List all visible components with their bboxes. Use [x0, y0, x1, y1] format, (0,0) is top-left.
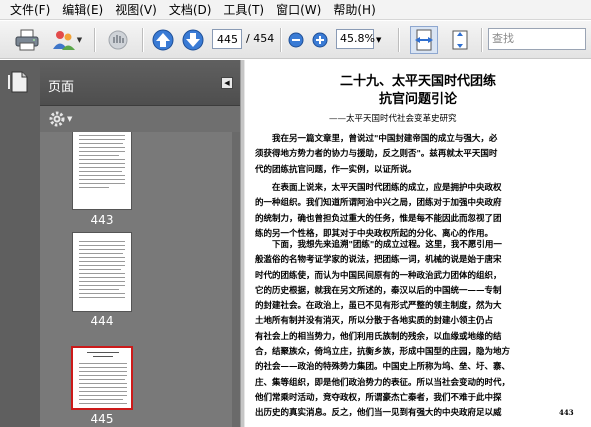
print-button[interactable]: [12, 26, 42, 54]
chapter-title-line2: 抗官问题引论: [378, 92, 457, 107]
page-number: 443: [559, 408, 574, 417]
zoom-out-button[interactable]: [286, 26, 306, 54]
paragraph: 我在另一篇文章里，曾说过"中国封建帝国的成立与强大，必 须获得地方势力者的协力与…: [255, 134, 498, 175]
panel-collapse-button[interactable]: ◀: [221, 77, 233, 89]
hand-icon: [108, 30, 128, 50]
paragraph: 下面，我想先来追溯"团练"的成立过程。这里，我不愿引用一 般滥俗的名物考证学家的…: [255, 240, 511, 419]
printer-icon: [15, 29, 39, 51]
menu-tools[interactable]: 工具(T): [217, 0, 270, 20]
page-thumbnail[interactable]: [72, 132, 132, 210]
zoom-level-field[interactable]: 45.8%: [336, 29, 375, 49]
chevron-down-icon: ▼: [67, 115, 73, 123]
fit-page-icon: [452, 30, 468, 50]
page-number-input[interactable]: [212, 29, 242, 49]
paragraph: 在表面上说来，太平天国时代团练的成立，应是拥护中央政权 的一种组织。我们知道所谓…: [255, 183, 502, 239]
collaborate-button[interactable]: ▼: [48, 26, 86, 54]
menu-document[interactable]: 文档(D): [163, 0, 218, 20]
zoom-out-icon: [288, 32, 304, 48]
menu-window[interactable]: 窗口(W): [270, 0, 327, 20]
thumbnail-label: 443: [90, 213, 114, 227]
panel-title: 页面: [48, 80, 75, 95]
gear-icon: [49, 111, 65, 127]
fit-width-icon: [415, 29, 433, 51]
pages-panel-button[interactable]: [8, 70, 30, 97]
page-thumbnail[interactable]: [72, 232, 132, 312]
navigation-strip: [0, 60, 40, 427]
toolbar-divider: [94, 28, 95, 52]
zoom-in-icon: [312, 32, 328, 48]
chapter-subtitle: ——太平天国时代社会变革史研究: [329, 114, 457, 124]
menu-edit[interactable]: 编辑(E): [56, 0, 109, 20]
menu-view[interactable]: 视图(V): [109, 0, 163, 20]
zoom-in-button[interactable]: [310, 26, 330, 54]
fit-page-button[interactable]: [446, 26, 474, 54]
previous-page-button[interactable]: [150, 26, 176, 54]
thumbnails-list: 443 444 445: [40, 132, 232, 427]
thumbnail-scrollbar[interactable]: [232, 132, 240, 427]
thumbnail-label: 444: [90, 314, 114, 328]
toolbar-divider: [280, 28, 281, 52]
panel-options-bar: ▼: [40, 106, 240, 132]
page-icon: [8, 71, 28, 93]
arrow-down-icon: [182, 29, 204, 51]
hand-tool-button[interactable]: [104, 26, 132, 54]
menu-bar: 文件(F) 编辑(E) 视图(V) 文档(D) 工具(T) 窗口(W) 帮助(H…: [0, 0, 591, 20]
people-icon: [52, 31, 75, 50]
menu-file[interactable]: 文件(F): [4, 0, 56, 20]
arrow-up-icon: [152, 29, 174, 51]
options-button[interactable]: ▼: [48, 110, 72, 128]
thumbnail-label: 445: [90, 412, 114, 426]
search-input[interactable]: 查找: [488, 28, 586, 50]
toolbar-divider: [142, 28, 143, 52]
page-total: / 454: [246, 32, 275, 45]
fit-width-button[interactable]: [410, 26, 438, 54]
chevron-down-icon[interactable]: ▼: [376, 36, 381, 44]
toolbar-divider: [398, 28, 399, 52]
next-page-button[interactable]: [180, 26, 206, 54]
menu-help[interactable]: 帮助(H): [327, 0, 381, 20]
page-thumbnail-selected[interactable]: [71, 346, 133, 410]
document-page: 二十九、太平天国时代团练 抗官问题引论 ——太平天国时代社会变革史研究 我在另一…: [245, 60, 591, 427]
chevron-down-icon: ▼: [76, 36, 83, 44]
toolbar-divider: [481, 28, 482, 52]
chapter-title: 二十九、太平天国时代团练: [339, 74, 496, 89]
